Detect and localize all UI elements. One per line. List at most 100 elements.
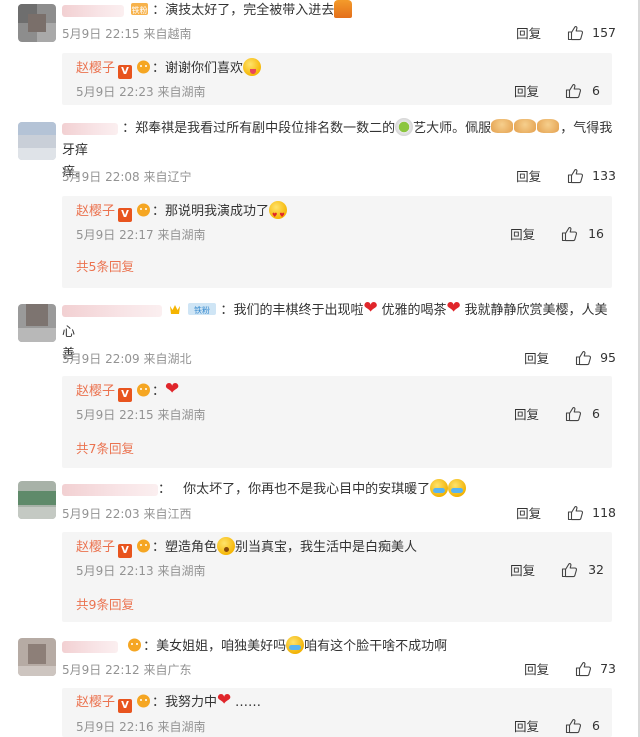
username-blurred[interactable]: [62, 640, 118, 653]
comment-actions: 回复 118: [516, 503, 616, 522]
reply-button[interactable]: 回复: [514, 404, 539, 423]
crying-emoji: [448, 479, 467, 497]
comment-location: 来自湖北: [143, 352, 192, 366]
avatar[interactable]: [18, 122, 56, 160]
username-blurred[interactable]: [62, 4, 124, 17]
reply-text: 塑造角色: [165, 540, 218, 555]
colon: ：: [152, 3, 166, 18]
comment-time: 5月9日 22:09: [62, 352, 140, 366]
like-button[interactable]: 6: [565, 718, 600, 734]
reply-button[interactable]: 回复: [516, 23, 541, 42]
reply-button[interactable]: 回复: [514, 81, 539, 100]
like-button[interactable]: 32: [561, 562, 604, 578]
like-button[interactable]: 133: [567, 168, 616, 184]
comment-meta: 5月9日 22:03 来自江西: [62, 505, 192, 523]
thumbs-up-icon: [565, 83, 582, 98]
like-button[interactable]: 95: [575, 350, 616, 366]
reply-location: 来自湖南: [157, 564, 206, 578]
comment-body: ：美女姐姐，咱独美好吗 咱有这个脸干啥不成功啊: [62, 636, 620, 658]
reply-button[interactable]: 回复: [510, 560, 535, 579]
reply-location: 来自湖南: [157, 85, 206, 99]
username-blurred[interactable]: [62, 483, 158, 496]
comment-text: 咱有这个脸干啥不成功啊: [304, 639, 448, 654]
comment-location: 来自江西: [143, 507, 192, 521]
reply-meta: 5月9日 22:15 来自湖南: [76, 406, 206, 424]
view-more-replies-link[interactable]: 共9条回复: [76, 596, 134, 614]
fan-badge: [126, 638, 143, 652]
avatar[interactable]: [18, 638, 56, 676]
comment-text: 演技太好了，完全被带入进去: [165, 3, 335, 18]
reply-actions: 回复 6: [514, 716, 600, 735]
reply-meta: 5月9日 22:13 来自湖南: [76, 562, 206, 580]
reply-location: 来自湖南: [157, 228, 206, 242]
comment-text: 郑奉祺是我看过所有剧中段位排名数一数二的: [135, 121, 396, 136]
like-count: 6: [592, 718, 600, 733]
like-count: 6: [592, 406, 600, 421]
author-name[interactable]: 赵樱子: [76, 384, 115, 399]
reply-button[interactable]: 回复: [516, 503, 541, 522]
thumbs-up-icon: [562, 562, 578, 577]
author-name[interactable]: 赵樱子: [76, 204, 115, 219]
vip-badge: V: [118, 699, 133, 713]
author-name[interactable]: 赵樱子: [76, 540, 115, 555]
comment-actions: 回复 73: [524, 659, 616, 678]
reply-location: 来自湖南: [157, 408, 206, 422]
reply-actions: 回复 6: [514, 81, 600, 100]
view-more-replies-link[interactable]: 共7条回复: [76, 440, 134, 458]
like-button[interactable]: 157: [567, 25, 616, 41]
like-button[interactable]: 6: [565, 406, 600, 422]
red-heart-emoji: [446, 299, 464, 318]
colon: ：: [152, 204, 166, 219]
like-button[interactable]: 6: [565, 83, 600, 99]
reply-button[interactable]: 回复: [516, 166, 541, 185]
reply-body: 赵樱子 V ：那说明我演成功了: [76, 201, 288, 227]
red-heart-emoji: [217, 691, 235, 710]
thumbs-up-icon: [576, 350, 592, 365]
username-blurred[interactable]: [62, 122, 118, 135]
reply-box: 赵樱子V ： 5月9日 22:15 来自湖南 回复 6 共7条回复: [62, 376, 612, 468]
like-button[interactable]: 16: [561, 226, 604, 242]
reply-box: 赵樱子V ：我努力中 …… 5月9日 22:16 来自湖南 回复 6: [62, 688, 612, 737]
colon: ：: [143, 639, 157, 654]
fist-emoji: [514, 119, 537, 133]
reply-meta: 5月9日 22:23 来自湖南: [76, 83, 206, 101]
username-blurred[interactable]: [62, 304, 162, 317]
avatar[interactable]: [18, 481, 56, 519]
vip-badge: V: [118, 544, 133, 558]
comment-location: 来自广东: [143, 663, 192, 677]
comment-text: 我们的丰棋终于出现啦: [233, 303, 364, 318]
comment-text: 你太坏了，你再也不是我心目中的安琪暖了: [183, 482, 431, 497]
avatar[interactable]: [18, 304, 56, 342]
avatar[interactable]: [18, 4, 56, 42]
like-button[interactable]: 118: [567, 505, 616, 521]
view-more-replies-link[interactable]: 共5条回复: [76, 258, 134, 276]
comment-meta: 5月9日 22:12 来自广东: [62, 661, 192, 679]
thumbs-up-icon: [565, 406, 582, 421]
reply-button[interactable]: 回复: [514, 716, 539, 735]
crying-emoji: [286, 636, 305, 654]
shopping-bag-emoji: [334, 0, 353, 18]
fist-emoji: [491, 119, 514, 133]
reply-actions: 回复 32: [510, 560, 604, 579]
comment-text: 艺大师。佩服: [413, 121, 492, 136]
thumbs-up-icon: [568, 505, 584, 520]
author-name[interactable]: 赵樱子: [76, 61, 115, 76]
comment-body: 铁粉 ：演技太好了，完全被带入进去: [62, 0, 620, 22]
reply-button[interactable]: 回复: [524, 659, 549, 678]
heart-eyes-emoji: [269, 201, 288, 227]
matcha-emoji: [395, 118, 414, 136]
colon: ：: [152, 384, 166, 399]
reply-button[interactable]: 回复: [510, 224, 535, 243]
author-fan-badge: [135, 383, 152, 397]
thumbs-up-icon: [562, 226, 578, 241]
comment-meta: 5月9日 22:15 来自越南: [62, 25, 192, 43]
reply-button[interactable]: 回复: [524, 348, 549, 367]
reply-text: 谢谢你们喜欢: [165, 61, 244, 76]
like-count: 118: [592, 505, 616, 520]
colon: ：: [220, 303, 234, 318]
like-count: 32: [588, 562, 604, 577]
like-button[interactable]: 73: [575, 661, 616, 677]
reply-body: 赵樱子V ：我努力中 ……: [76, 691, 261, 714]
comment-text: 美女姐姐，咱独美好吗: [156, 639, 287, 654]
author-name[interactable]: 赵樱子: [76, 695, 115, 710]
